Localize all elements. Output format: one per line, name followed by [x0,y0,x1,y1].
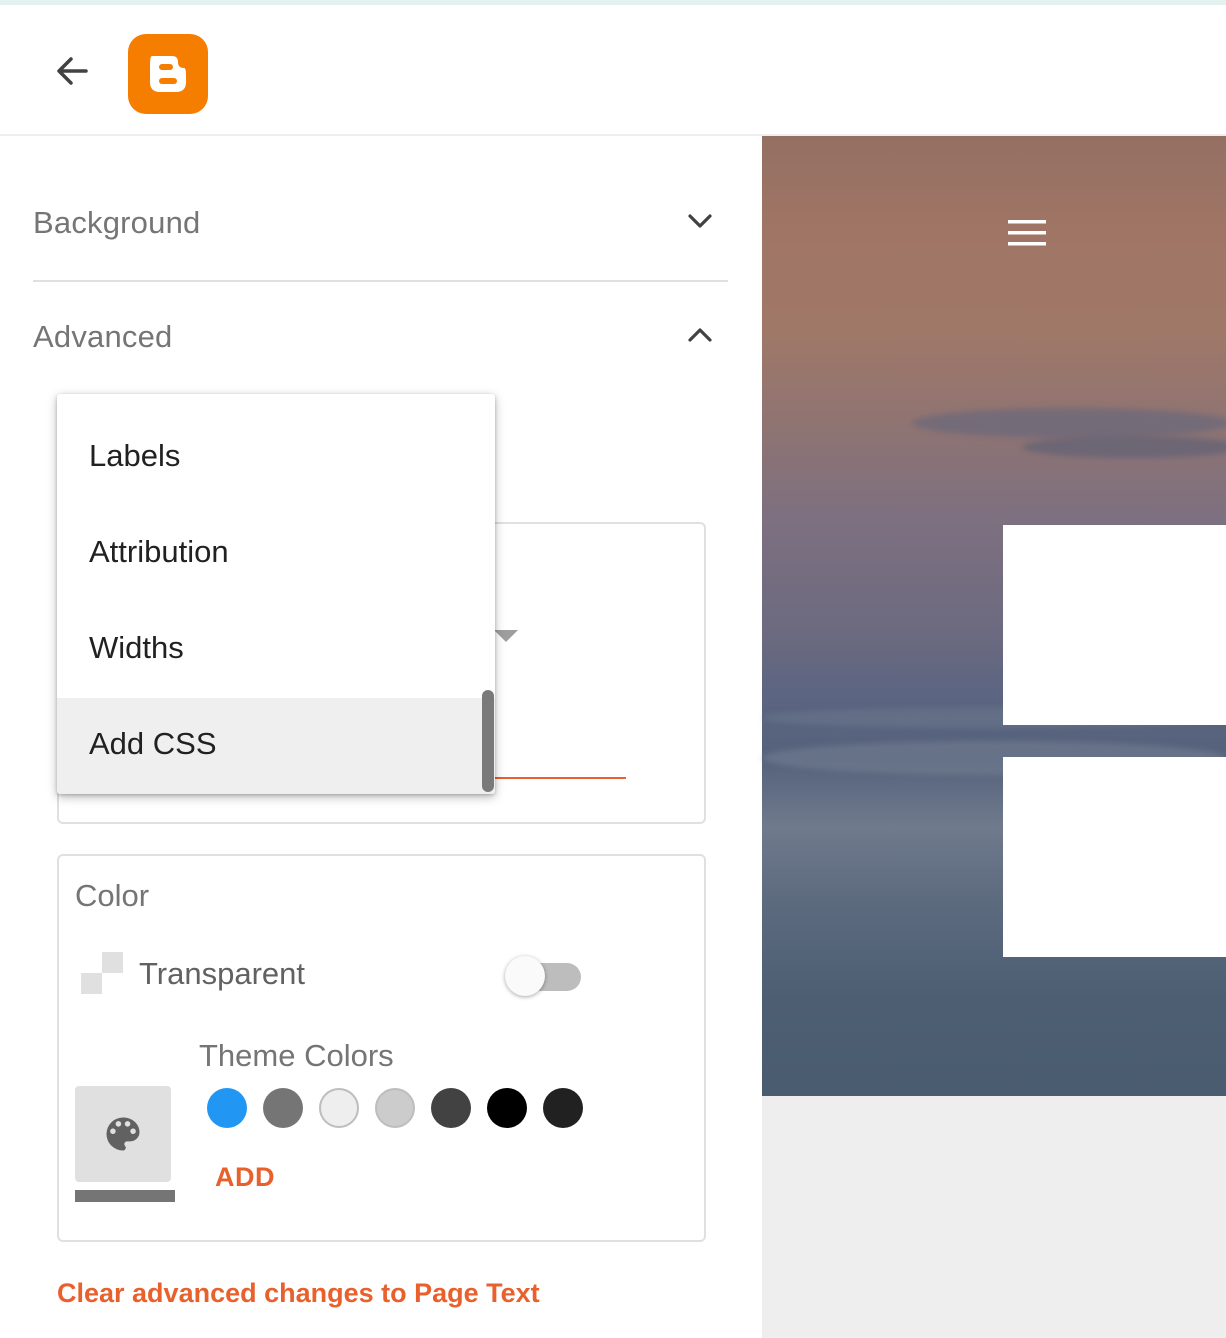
section-advanced[interactable]: Advanced [33,307,728,367]
cloud-shape [912,408,1226,438]
swatch-color[interactable] [543,1088,583,1128]
chevron-up-icon[interactable] [682,317,718,353]
select-arrow-icon[interactable] [494,630,518,642]
menu-item-add-css[interactable]: Add CSS [57,698,495,794]
app-header [0,5,1226,136]
hamburger-menu-icon[interactable] [1008,220,1046,246]
chevron-down-icon[interactable] [682,203,718,239]
swatch-color[interactable] [319,1088,359,1128]
blog-preview [762,136,1226,1338]
menu-item-label: Attribution [89,534,229,569]
color-card: Color Transparent Theme Colors ADD [57,854,706,1242]
blogger-logo-icon [150,56,186,92]
transparent-toggle[interactable] [505,956,581,998]
selected-color-bar [75,1190,175,1202]
preview-content-block [1003,525,1226,725]
back-button[interactable] [50,49,94,93]
menu-item-attribution[interactable]: Attribution [57,506,495,602]
blogger-logo[interactable] [128,34,208,114]
cloud-shape [1022,436,1226,458]
toggle-thumb [505,956,545,996]
menu-scrollbar[interactable] [482,690,494,792]
menu-item-label: Add CSS [89,726,217,761]
menu-item-labels[interactable]: Labels [57,410,495,506]
arrow-left-icon [57,57,88,85]
custom-color-button[interactable] [75,1086,171,1182]
swatch-color[interactable] [207,1088,247,1128]
preview-content-block [1003,757,1226,957]
swatch-color[interactable] [431,1088,471,1128]
select-underline [494,777,626,779]
menu-item-label: Widths [89,630,184,665]
section-background[interactable]: Background [33,193,728,253]
swatch-color[interactable] [375,1088,415,1128]
clear-advanced-changes-link[interactable]: Clear advanced changes to Page Text [57,1278,540,1309]
add-color-button[interactable]: ADD [215,1162,275,1193]
preview-header-image [762,136,1226,1096]
menu-item-label: Labels [89,438,181,473]
swatch-color[interactable] [487,1088,527,1128]
transparent-label: Transparent [139,956,305,991]
swatch-color[interactable] [263,1088,303,1128]
advanced-dropdown-menu: Labels Attribution Widths Add CSS [57,394,495,794]
palette-icon [106,1117,140,1151]
section-advanced-label: Advanced [33,319,173,354]
settings-panel: Background Advanced Labels Attribution W… [0,136,760,1338]
theme-colors-label: Theme Colors [199,1038,394,1073]
section-divider [33,280,728,282]
transparent-checker-icon [81,952,123,994]
section-background-label: Background [33,205,201,240]
color-card-title: Color [75,878,150,913]
menu-item-widths[interactable]: Widths [57,602,495,698]
